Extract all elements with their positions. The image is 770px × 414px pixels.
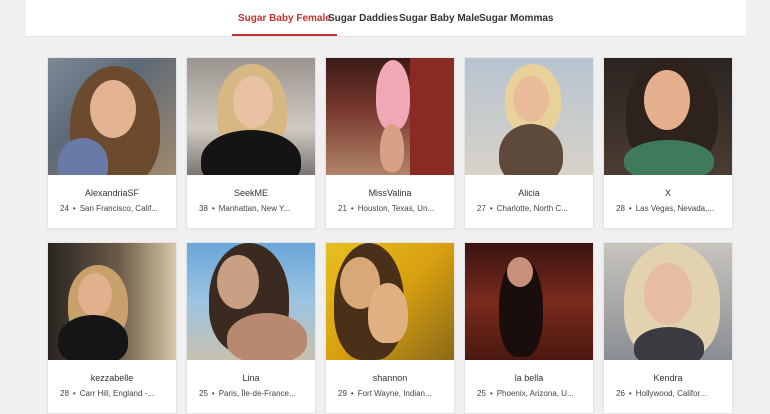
profile-photo[interactable] xyxy=(604,243,732,360)
tab-sugar-mommas[interactable]: Sugar Mommas xyxy=(479,12,553,36)
profile-meta: 25 • Paris, Île-de-France... xyxy=(199,389,296,398)
profile-photo[interactable] xyxy=(187,58,315,175)
profile-card[interactable]: shannon 29 • Fort Wayne, Indian... xyxy=(325,242,455,414)
profile-name: AlexandriaSF xyxy=(84,188,140,198)
profile-name: kezzabelle xyxy=(90,373,134,383)
tab-sugar-baby-female[interactable]: Sugar Baby Female xyxy=(232,12,337,36)
profile-meta: 29 • Fort Wayne, Indian... xyxy=(338,389,432,398)
profile-meta: 28 • Carr Hill, England -... xyxy=(60,389,154,398)
profile-photo[interactable] xyxy=(465,243,593,360)
profile-meta: 26 • Hollywood, Califor... xyxy=(616,389,707,398)
profile-name: la bella xyxy=(514,373,544,383)
profile-photo[interactable] xyxy=(187,243,315,360)
profile-card[interactable]: Alicia 27 • Charlotte, North C... xyxy=(464,57,594,229)
profile-meta: 38 • Manhattan, New Y... xyxy=(199,204,291,213)
profile-name: Lina xyxy=(242,373,260,383)
profile-photo[interactable] xyxy=(465,58,593,175)
profile-name: Alicia xyxy=(518,188,540,198)
profile-name: shannon xyxy=(372,373,408,383)
profile-name: MissValina xyxy=(368,188,412,198)
profile-meta: 24 • San Francisco, Calif... xyxy=(60,204,158,213)
profile-card[interactable]: X 28 • Las Vegas, Nevada,... xyxy=(603,57,733,229)
profile-card[interactable]: Lina 25 • Paris, Île-de-France... xyxy=(186,242,316,414)
profile-card[interactable]: kezzabelle 28 • Carr Hill, England -... xyxy=(47,242,177,414)
tab-sugar-daddies[interactable]: Sugar Daddies xyxy=(328,12,398,36)
profile-card[interactable]: la bella 25 • Phoenix, Arizona, U... xyxy=(464,242,594,414)
profile-meta: 25 • Phoenix, Arizona, U... xyxy=(477,389,574,398)
profile-name: SeekME xyxy=(233,188,268,198)
profile-photo[interactable] xyxy=(48,243,176,360)
profile-photo[interactable] xyxy=(48,58,176,175)
category-tabs: Sugar Baby Female Sugar Daddies Sugar Ba… xyxy=(26,0,746,37)
profile-name: X xyxy=(664,188,671,198)
profile-photo[interactable] xyxy=(326,243,454,360)
profile-card[interactable]: SeekME 38 • Manhattan, New Y... xyxy=(186,57,316,229)
profile-card[interactable]: Kendra 26 • Hollywood, Califor... xyxy=(603,242,733,414)
profile-photo[interactable] xyxy=(604,58,732,175)
profile-meta: 21 • Houston, Texas, Un... xyxy=(338,204,435,213)
profile-meta: 28 • Las Vegas, Nevada,... xyxy=(616,204,714,213)
profile-card[interactable]: AlexandriaSF 24 • San Francisco, Calif... xyxy=(47,57,177,229)
profile-card[interactable]: MissValina 21 • Houston, Texas, Un... xyxy=(325,57,455,229)
profile-photo[interactable] xyxy=(326,58,454,175)
tab-sugar-baby-male[interactable]: Sugar Baby Male xyxy=(399,12,480,36)
profile-name: Kendra xyxy=(653,373,683,383)
profile-meta: 27 • Charlotte, North C... xyxy=(477,204,568,213)
